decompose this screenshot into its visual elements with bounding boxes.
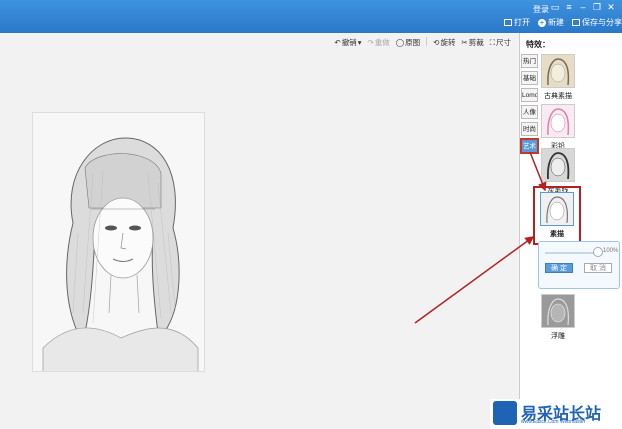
intensity-value: 100% [603,248,619,254]
effect-settings-popup: 100% 确 定 取 消 [538,241,620,289]
category-tabs: 热门 基础 Lomo 人像 时尚 艺术 [520,54,539,156]
toolbar-divider [426,37,428,46]
new-button[interactable]: + 新建 [538,17,564,28]
save-share-button[interactable]: 保存与分享 [572,17,622,28]
redo-icon: ↷ [367,38,374,47]
open-button[interactable]: 打开 [504,17,530,28]
effect-thumbnail [541,148,575,182]
save-icon [572,19,580,26]
watermark-logo-icon [493,401,517,425]
intensity-slider-track[interactable] [545,252,597,254]
effect-sketch[interactable]: 素描 [533,186,581,245]
restore-icon[interactable]: ❐ [592,2,602,13]
resize-button[interactable]: ⛶ 尺寸 [490,37,511,48]
effect-thumbnail [541,294,575,328]
file-actions: 打开 + 新建 保存与分享 [504,17,622,28]
tab-portrait[interactable]: 人像 [521,105,538,119]
title-bar: 登录 ▭ ≡ – ❐ ✕ 打开 + 新建 保存与分享 [0,0,622,33]
undo-button[interactable]: ↶ 撤销 ▾ [334,37,361,48]
effect-thumbnail [541,54,575,88]
redo-button[interactable]: ↷ 重做 [367,37,389,48]
effect-classic-sketch[interactable]: 古典素描 [538,54,578,101]
rotate-icon: ⟲ [433,38,440,47]
plus-icon: + [538,17,546,27]
watermark: 易采站长站 www.Easck.Com Webmaster [490,399,622,429]
close-icon[interactable]: ✕ [606,2,616,13]
original-button[interactable]: ◯ 原图 [396,37,420,48]
redo-label: 重做 [374,38,390,47]
effect-label: 素描 [550,231,564,238]
folder-icon [504,19,512,26]
effect-color-pencil[interactable]: 彩铅 [538,104,578,151]
login-link[interactable]: 登录 [533,4,549,15]
panel-title: 特效： [526,40,550,49]
effect-thumbnail [540,192,574,226]
tab-lomo[interactable]: Lomo [521,88,538,102]
crop-icon: ✂ [461,38,468,47]
cancel-button[interactable]: 取 消 [584,263,612,273]
original-label: 原图 [405,38,421,47]
window-controls: ▭ ≡ – ❐ ✕ [550,2,616,13]
resize-label: 尺寸 [496,38,511,47]
save-label: 保存与分享 [582,18,622,27]
effect-thumbnail [541,104,575,138]
edited-photo [32,112,205,372]
resize-icon: ⛶ [489,37,495,47]
tab-hot[interactable]: 热门 [521,54,538,68]
chevron-down-icon[interactable]: ▾ [358,38,362,47]
rotate-button[interactable]: ⟲ 旋转 [433,37,455,48]
new-label: 新建 [548,18,564,27]
effect-emboss[interactable]: 浮雕 [538,294,578,341]
sketch-portrait-image [33,113,204,371]
tab-basic[interactable]: 基础 [521,71,538,85]
tab-art[interactable]: 艺术 [520,138,539,154]
crop-button[interactable]: ✂ 剪裁 [461,37,483,48]
undo-label: 撤销 [341,38,357,47]
minimize-icon[interactable]: – [578,2,588,13]
edit-toolbar: ↶ 撤销 ▾ ↷ 重做 ◯ 原图 ⟲ 旋转 ✂ 剪裁 ⛶ 尺寸 [334,37,511,48]
confirm-button[interactable]: 确 定 [545,263,573,273]
menu-icon[interactable]: ≡ [564,2,574,13]
undo-icon: ↶ [334,38,341,47]
original-icon: ◯ [395,38,405,47]
effect-label: 古典素描 [544,93,572,100]
tab-fashion[interactable]: 时尚 [521,122,538,136]
open-label: 打开 [514,18,530,27]
effect-label: 浮雕 [551,333,565,340]
rotate-label: 旋转 [440,38,456,47]
message-icon[interactable]: ▭ [550,2,560,13]
intensity-slider-handle[interactable] [593,247,603,257]
crop-label: 剪裁 [468,38,484,47]
watermark-subtitle: www.Easck.Com Webmaster [521,419,586,425]
